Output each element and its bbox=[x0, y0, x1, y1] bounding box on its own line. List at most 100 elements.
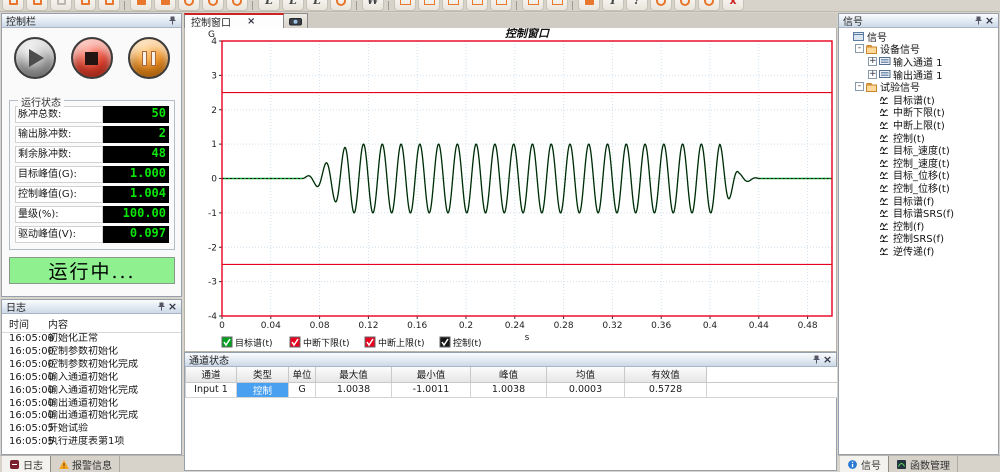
toolbar-button[interactable] bbox=[394, 0, 416, 11]
toolbar-button[interactable] bbox=[330, 0, 352, 11]
tree-item[interactable]: 逆传递(f) bbox=[839, 244, 998, 257]
log-row[interactable]: 16:05:00输入通道初始化 bbox=[2, 372, 181, 385]
close-icon[interactable]: × bbox=[167, 301, 178, 312]
pin-icon[interactable] bbox=[167, 15, 178, 26]
chart-canvas[interactable]: 控制窗口Gs00.040.080.120.160.20.240.280.320.… bbox=[185, 28, 836, 350]
toolbar-button[interactable] bbox=[154, 0, 176, 11]
pin-icon[interactable] bbox=[811, 354, 822, 365]
main-toolbar: LLLWT?x bbox=[0, 0, 1000, 12]
stop-button[interactable] bbox=[71, 37, 113, 79]
toolbar-button[interactable] bbox=[418, 0, 440, 11]
legend-checkbox[interactable] bbox=[290, 337, 300, 347]
toolbar-button[interactable] bbox=[650, 0, 672, 11]
run-status-group: 运行状态 脉冲总数:50输出脉冲数:2剩余脉冲数:48目标峰值(G):1.000… bbox=[9, 100, 175, 250]
x-tick-label: 0.48 bbox=[798, 321, 818, 331]
tree-expander[interactable]: + bbox=[868, 70, 877, 79]
log-row[interactable]: 16:05:00控制参数初始化 bbox=[2, 346, 181, 359]
channel-column-header[interactable]: 最大值 bbox=[316, 367, 392, 382]
tree-expander[interactable]: - bbox=[855, 82, 864, 91]
log-row[interactable]: 16:05:00输入通道初始化完成 bbox=[2, 385, 181, 398]
channel-column-header[interactable]: 单位 bbox=[289, 367, 316, 382]
log-row[interactable]: 16:05:05执行进度表第1项 bbox=[2, 436, 181, 449]
toolbar-button[interactable]: x bbox=[722, 0, 744, 11]
window-capture-icon[interactable] bbox=[284, 13, 308, 28]
x-axis-label: s bbox=[525, 333, 530, 343]
pin-icon[interactable] bbox=[973, 15, 984, 26]
legend-checkbox[interactable] bbox=[440, 337, 450, 347]
signal-panel-title: 信号 bbox=[843, 13, 973, 28]
close-icon[interactable]: × bbox=[822, 354, 833, 365]
toolbar-button[interactable] bbox=[442, 0, 464, 11]
toolbar-button[interactable] bbox=[522, 0, 544, 11]
tab-log[interactable]: 日志 bbox=[2, 456, 51, 472]
toolbar-button[interactable] bbox=[466, 0, 488, 11]
toolbar-button-icon bbox=[336, 0, 346, 6]
tree-label: 逆传递(f) bbox=[893, 243, 934, 257]
legend-label: 目标谱(t) bbox=[235, 337, 273, 349]
log-row[interactable]: 16:05:05开始试验 bbox=[2, 423, 181, 436]
tree-expander[interactable]: + bbox=[868, 57, 877, 66]
toolbar-button[interactable]: ? bbox=[626, 0, 648, 11]
toolbar-button[interactable]: L bbox=[306, 0, 328, 11]
toolbar-button[interactable] bbox=[98, 0, 120, 11]
channel-column-header[interactable]: 类型 bbox=[237, 367, 289, 382]
toolbar-button-icon bbox=[400, 0, 411, 5]
channel-header-filler bbox=[707, 367, 837, 382]
log-row[interactable]: 16:05:00控制参数初始化完成 bbox=[2, 359, 181, 372]
log-panel-titlebar: 日志 × bbox=[2, 300, 181, 314]
log-row[interactable]: 16:05:00初始化正常 bbox=[2, 333, 181, 346]
legend-checkbox[interactable] bbox=[365, 337, 375, 347]
x-tick-label: 0.2 bbox=[459, 321, 473, 331]
start-button[interactable] bbox=[14, 37, 56, 79]
close-icon[interactable]: × bbox=[984, 15, 995, 26]
channel-column-header[interactable]: 峰值 bbox=[471, 367, 547, 382]
tab-function-manager[interactable]: 函数管理 bbox=[889, 456, 958, 472]
tab-close-icon[interactable]: × bbox=[247, 17, 255, 26]
tab-signal-label: 信号 bbox=[861, 457, 881, 472]
channel-column-header[interactable]: 通道 bbox=[186, 367, 237, 382]
channel-value-cell: 1.0038 bbox=[316, 382, 392, 397]
toolbar-button[interactable]: L bbox=[258, 0, 280, 11]
channel-column-header[interactable]: 有效值 bbox=[625, 367, 707, 382]
chart-title: 控制窗口 bbox=[505, 28, 550, 40]
log-time: 16:05:00 bbox=[2, 346, 48, 359]
pin-icon[interactable] bbox=[156, 301, 167, 312]
toolbar-button[interactable] bbox=[226, 0, 248, 11]
channel-status-title: 通道状态 bbox=[189, 352, 811, 367]
toolbar-button[interactable] bbox=[50, 0, 72, 11]
toolbar-button[interactable]: L bbox=[282, 0, 304, 11]
tab-control-window[interactable]: 控制窗口 × bbox=[184, 13, 284, 28]
toolbar-button[interactable]: W bbox=[362, 0, 384, 11]
channel-value-cell: 0.5728 bbox=[625, 382, 707, 397]
log-time: 16:05:00 bbox=[2, 372, 48, 385]
toolbar-button[interactable]: T bbox=[602, 0, 624, 11]
log-time: 16:05:00 bbox=[2, 385, 48, 398]
pause-button[interactable] bbox=[128, 37, 170, 79]
toolbar-button[interactable] bbox=[674, 0, 696, 11]
status-field-row: 剩余脉冲数:48 bbox=[15, 146, 169, 163]
log-row[interactable]: 16:05:00输出通道初始化 bbox=[2, 398, 181, 411]
toolbar-button[interactable] bbox=[546, 0, 568, 11]
tab-signal[interactable]: 信号 bbox=[840, 456, 889, 472]
toolbar-button[interactable] bbox=[178, 0, 200, 11]
channel-column-header[interactable]: 均值 bbox=[547, 367, 625, 382]
toolbar-button[interactable] bbox=[578, 0, 600, 11]
control-bar-titlebar: 控制栏 bbox=[2, 14, 181, 28]
toolbar-button[interactable] bbox=[2, 0, 24, 11]
toolbar-button[interactable] bbox=[130, 0, 152, 11]
toolbar-button[interactable] bbox=[26, 0, 48, 11]
channel-table-row[interactable]: Input 1控制G1.0038-1.00111.00380.00030.572… bbox=[186, 382, 837, 397]
log-content: 执行进度表第1项 bbox=[48, 436, 181, 449]
x-tick-label: 0.12 bbox=[358, 321, 378, 331]
toolbar-button[interactable] bbox=[202, 0, 224, 11]
legend-checkbox[interactable] bbox=[222, 337, 232, 347]
toolbar-button[interactable] bbox=[698, 0, 720, 11]
channel-column-header[interactable]: 最小值 bbox=[392, 367, 471, 382]
log-row[interactable]: 16:05:00输出通道初始化完成 bbox=[2, 410, 181, 423]
toolbar-button[interactable] bbox=[74, 0, 96, 11]
toolbar-button[interactable] bbox=[490, 0, 512, 11]
tab-alarm-info[interactable]: 报警信息 bbox=[51, 456, 120, 472]
io-icon bbox=[879, 56, 891, 67]
status-field-label: 目标峰值(G): bbox=[15, 166, 103, 183]
tree-expander[interactable]: - bbox=[855, 44, 864, 53]
